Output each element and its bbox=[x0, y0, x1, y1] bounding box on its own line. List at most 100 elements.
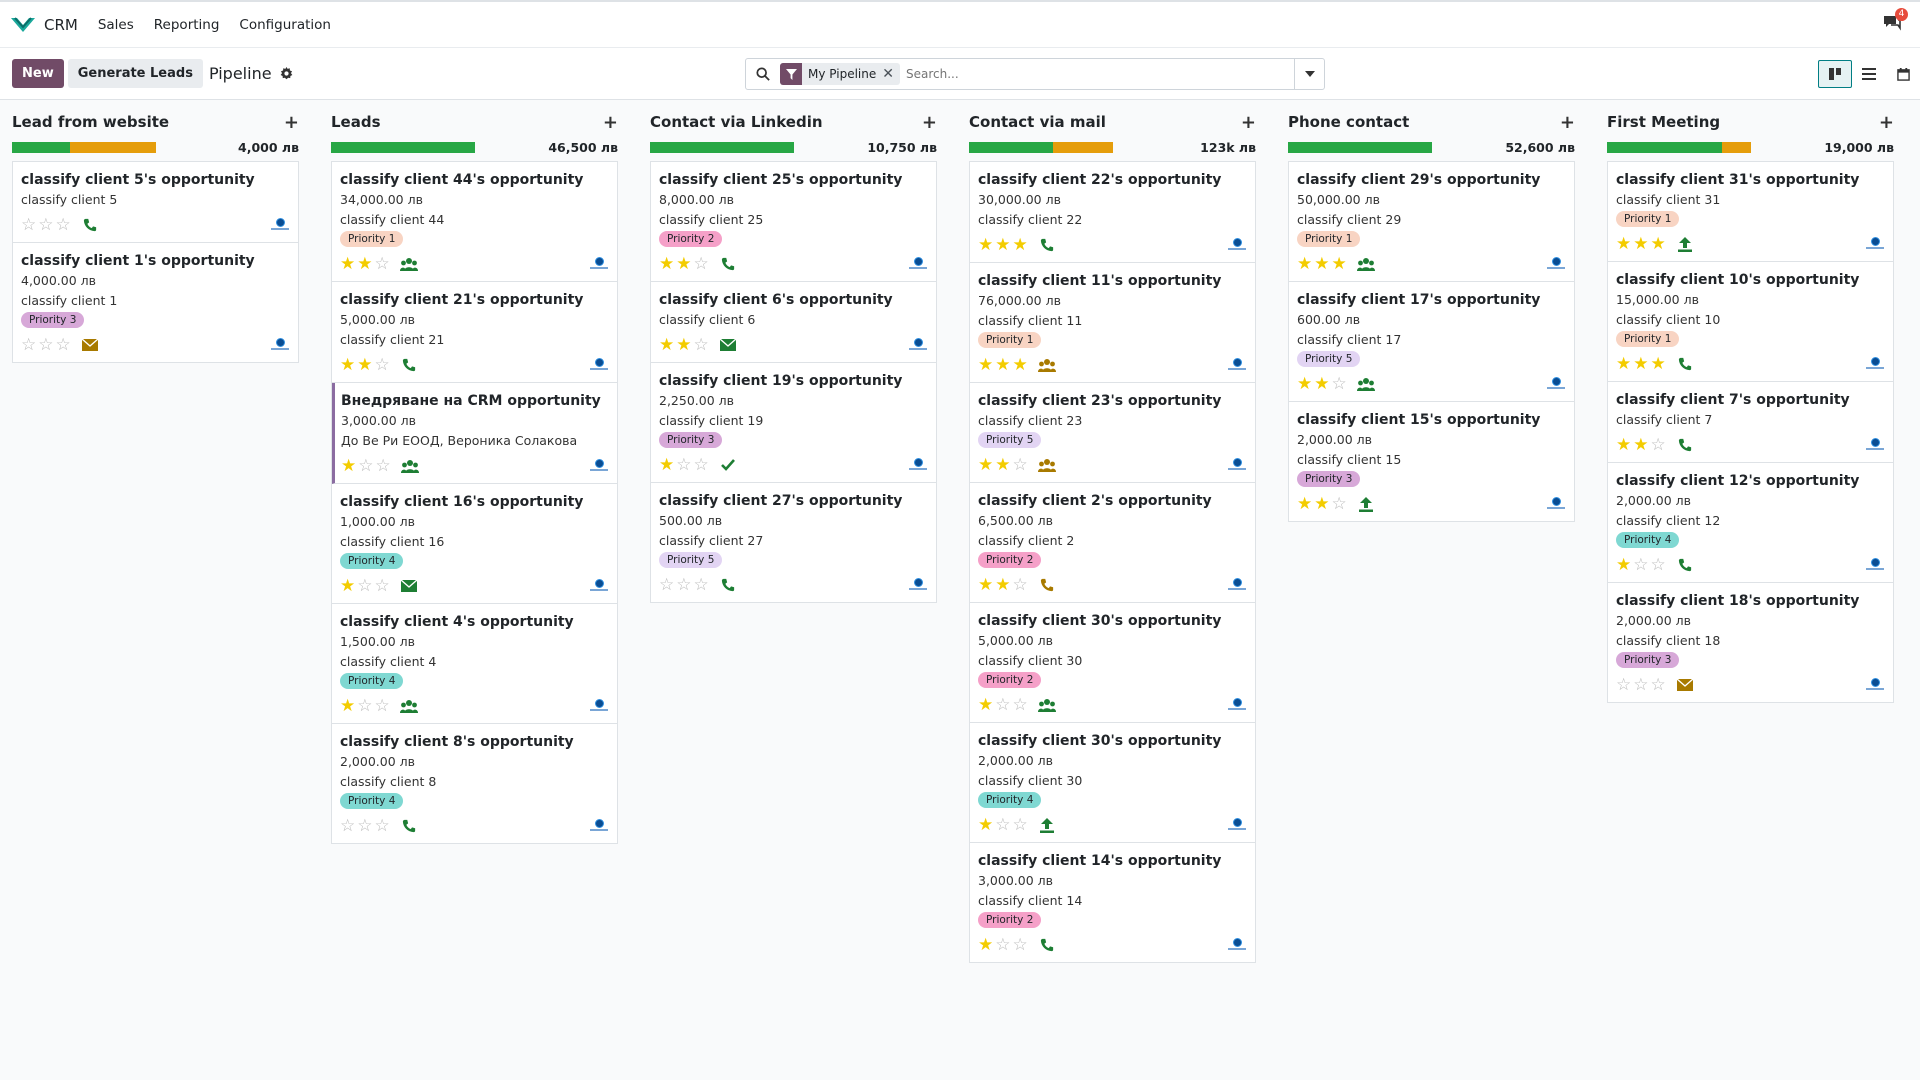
messaging-button[interactable]: 4 bbox=[1882, 7, 1908, 36]
column-title[interactable]: Contact via mail bbox=[969, 113, 1106, 131]
star-icon[interactable]: ☆ bbox=[1332, 375, 1347, 393]
add-card-plus-icon[interactable]: + bbox=[284, 112, 299, 133]
user-avatar[interactable] bbox=[1865, 558, 1885, 572]
calendar-view-button[interactable] bbox=[1886, 60, 1920, 88]
phone-activity-icon[interactable] bbox=[400, 356, 418, 374]
menu-configuration[interactable]: Configuration bbox=[239, 17, 331, 33]
search-icon[interactable] bbox=[746, 67, 780, 81]
menu-sales[interactable]: Sales bbox=[98, 17, 134, 33]
add-card-plus-icon[interactable]: + bbox=[1241, 112, 1256, 133]
opportunity-card[interactable]: classify client 25's opportunity 8,000.00… bbox=[651, 162, 936, 282]
opportunity-card[interactable]: classify client 23's opportunity classify… bbox=[970, 383, 1255, 483]
star-icon[interactable]: ☆ bbox=[38, 216, 53, 234]
star-icon[interactable]: ★ bbox=[340, 697, 355, 715]
phone-activity-icon[interactable] bbox=[1676, 556, 1694, 574]
upload-activity-icon[interactable] bbox=[1038, 816, 1056, 834]
star-icon[interactable]: ☆ bbox=[995, 936, 1010, 954]
user-avatar[interactable] bbox=[908, 257, 928, 271]
user-avatar[interactable] bbox=[908, 458, 928, 472]
star-icon[interactable]: ☆ bbox=[1013, 936, 1028, 954]
star-icon[interactable]: ☆ bbox=[995, 816, 1010, 834]
star-icon[interactable]: ☆ bbox=[375, 356, 390, 374]
star-icon[interactable]: ★ bbox=[1314, 255, 1329, 273]
phone-activity-icon[interactable] bbox=[1676, 436, 1694, 454]
star-icon[interactable]: ☆ bbox=[357, 817, 372, 835]
group-activity-icon[interactable] bbox=[400, 457, 419, 475]
progress-bar[interactable] bbox=[12, 141, 156, 153]
mail-activity-icon[interactable] bbox=[719, 336, 737, 354]
star-icon[interactable]: ★ bbox=[1013, 356, 1028, 374]
star-icon[interactable]: ★ bbox=[357, 356, 372, 374]
user-avatar[interactable] bbox=[908, 338, 928, 352]
star-icon[interactable]: ★ bbox=[1314, 495, 1329, 513]
star-icon[interactable]: ☆ bbox=[676, 456, 691, 474]
star-icon[interactable]: ☆ bbox=[375, 577, 390, 595]
user-avatar[interactable] bbox=[1227, 238, 1247, 252]
phone-activity-icon[interactable] bbox=[1038, 576, 1056, 594]
star-icon[interactable]: ☆ bbox=[676, 576, 691, 594]
user-avatar[interactable] bbox=[1546, 257, 1566, 271]
kanban-view-button[interactable] bbox=[1818, 60, 1852, 88]
star-icon[interactable]: ☆ bbox=[1651, 556, 1666, 574]
star-icon[interactable]: ★ bbox=[659, 336, 674, 354]
star-icon[interactable]: ☆ bbox=[375, 817, 390, 835]
opportunity-card[interactable]: classify client 15's opportunity 2,000.00… bbox=[1289, 402, 1574, 521]
star-icon[interactable]: ★ bbox=[995, 576, 1010, 594]
opportunity-card[interactable]: classify client 5's opportunity classify … bbox=[13, 162, 298, 243]
star-icon[interactable]: ★ bbox=[357, 255, 372, 273]
star-icon[interactable]: ★ bbox=[1332, 255, 1347, 273]
progress-bar[interactable] bbox=[1288, 141, 1432, 153]
opportunity-card[interactable]: classify client 27's opportunity 500.00 л… bbox=[651, 483, 936, 602]
star-icon[interactable]: ★ bbox=[978, 696, 993, 714]
mail-activity-icon[interactable] bbox=[1676, 676, 1694, 694]
opportunity-card[interactable]: classify client 4's opportunity 1,500.00 … bbox=[332, 604, 617, 724]
star-icon[interactable]: ☆ bbox=[21, 336, 36, 354]
phone-activity-icon[interactable] bbox=[81, 216, 99, 234]
user-avatar[interactable] bbox=[589, 579, 609, 593]
user-avatar[interactable] bbox=[1865, 678, 1885, 692]
progress-green-segment[interactable] bbox=[12, 141, 70, 153]
user-avatar[interactable] bbox=[270, 218, 290, 232]
opportunity-card[interactable]: classify client 19's opportunity 2,250.00… bbox=[651, 363, 936, 483]
star-icon[interactable]: ★ bbox=[1297, 255, 1312, 273]
star-icon[interactable]: ★ bbox=[978, 816, 993, 834]
phone-activity-icon[interactable] bbox=[400, 817, 418, 835]
star-icon[interactable]: ★ bbox=[659, 255, 674, 273]
progress-bar[interactable] bbox=[1607, 141, 1751, 153]
star-icon[interactable]: ★ bbox=[978, 936, 993, 954]
crm-logo-icon[interactable] bbox=[10, 15, 36, 35]
progress-green-segment[interactable] bbox=[1288, 141, 1432, 153]
star-icon[interactable]: ☆ bbox=[694, 255, 709, 273]
gear-icon[interactable] bbox=[280, 67, 293, 80]
column-title[interactable]: Lead from website bbox=[12, 113, 169, 131]
star-icon[interactable]: ☆ bbox=[1013, 576, 1028, 594]
phone-activity-icon[interactable] bbox=[1676, 355, 1694, 373]
user-avatar[interactable] bbox=[1865, 438, 1885, 452]
star-icon[interactable]: ☆ bbox=[995, 696, 1010, 714]
opportunity-card[interactable]: classify client 10's opportunity 15,000.0… bbox=[1608, 262, 1893, 382]
group-activity-icon[interactable] bbox=[1037, 696, 1056, 714]
star-icon[interactable]: ★ bbox=[978, 576, 993, 594]
star-icon[interactable]: ★ bbox=[1651, 355, 1666, 373]
star-icon[interactable]: ★ bbox=[340, 255, 355, 273]
star-icon[interactable]: ★ bbox=[676, 255, 691, 273]
check-activity-icon[interactable] bbox=[719, 456, 737, 474]
progress-green-segment[interactable] bbox=[969, 141, 1053, 153]
user-avatar[interactable] bbox=[589, 459, 609, 473]
progress-bar[interactable] bbox=[969, 141, 1113, 153]
user-avatar[interactable] bbox=[1227, 938, 1247, 952]
star-icon[interactable]: ★ bbox=[1297, 375, 1312, 393]
user-avatar[interactable] bbox=[1227, 458, 1247, 472]
star-icon[interactable]: ☆ bbox=[694, 456, 709, 474]
star-icon[interactable]: ☆ bbox=[1616, 676, 1631, 694]
star-icon[interactable]: ☆ bbox=[376, 457, 391, 475]
column-title[interactable]: Phone contact bbox=[1288, 113, 1409, 131]
star-icon[interactable]: ☆ bbox=[38, 336, 53, 354]
user-avatar[interactable] bbox=[1227, 818, 1247, 832]
opportunity-card[interactable]: classify client 21's opportunity 5,000.00… bbox=[332, 282, 617, 383]
star-icon[interactable]: ☆ bbox=[340, 817, 355, 835]
star-icon[interactable]: ☆ bbox=[56, 216, 71, 234]
search-input[interactable] bbox=[905, 67, 1294, 81]
star-icon[interactable]: ☆ bbox=[375, 697, 390, 715]
progress-bar[interactable] bbox=[331, 141, 475, 153]
